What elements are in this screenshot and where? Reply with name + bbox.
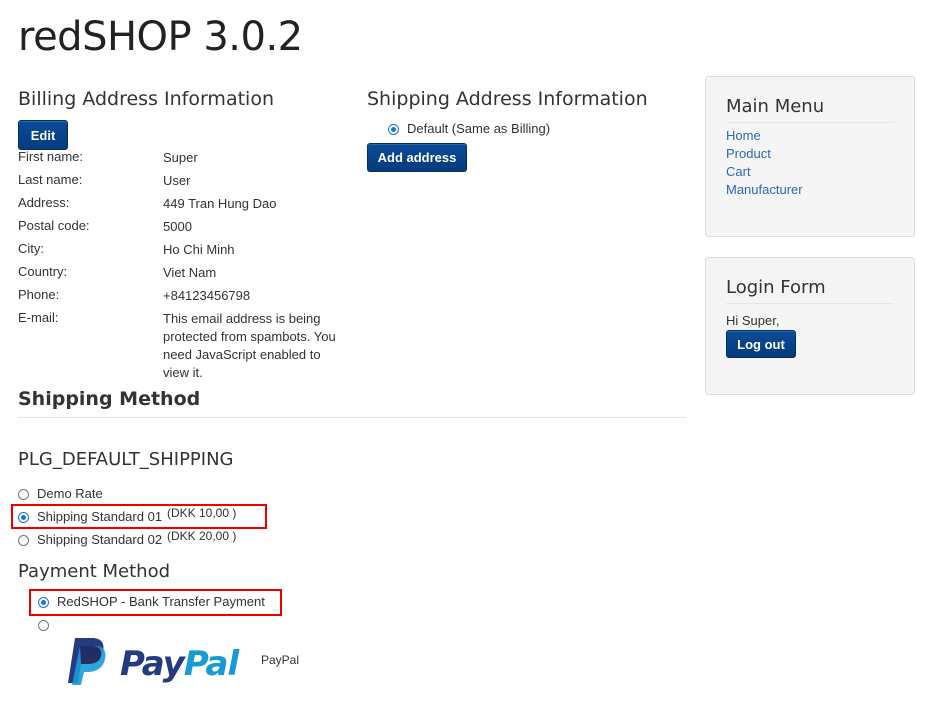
login-greeting: Hi Super, (726, 313, 780, 328)
payment-option-radio[interactable] (38, 597, 49, 608)
paypal-wordmark-pay: Pay (120, 644, 185, 684)
field-value: Super (163, 150, 198, 165)
shipping-option-price: (DKK 10,00 ) (167, 506, 237, 520)
edit-billing-button[interactable]: Edit (18, 120, 68, 150)
field-label: Phone: (18, 287, 60, 302)
shipping-address-default-radio[interactable] (388, 124, 399, 135)
field-label: Last name: (18, 172, 83, 187)
field-label: Country: (18, 264, 68, 279)
field-value: Viet Nam (163, 265, 217, 280)
add-address-button[interactable]: Add address (367, 143, 467, 172)
shipping-method-heading: Shipping Method (18, 388, 201, 410)
paypal-icon (68, 638, 106, 685)
shipping-option-label: Demo Rate (37, 486, 103, 501)
section-divider (18, 417, 686, 418)
main-menu-title: Main Menu (726, 96, 825, 117)
login-form-panel: Login Form Hi Super, Log out (705, 257, 915, 395)
payment-method-heading: Payment Method (18, 561, 171, 582)
shipping-option-radio[interactable] (18, 489, 29, 500)
shipping-option-label: Shipping Standard 01 (37, 509, 163, 524)
payment-option-label: RedSHOP - Bank Transfer Payment (57, 594, 265, 609)
field-label: First name: (18, 149, 84, 164)
field-value: User (163, 173, 191, 188)
shipping-option-radio[interactable] (18, 512, 29, 523)
field-value: +84123456798 (163, 288, 251, 303)
shipping-option-label: Shipping Standard 02 (37, 532, 163, 547)
payment-option-radio[interactable] (38, 620, 49, 631)
paypal-wordmark-pal: Pal (183, 644, 239, 684)
field-value: This email address is being protected fr… (163, 311, 336, 380)
main-menu-panel: Main Menu Home Product Cart Manufacturer (705, 76, 915, 237)
menu-link-cart[interactable]: Cart (726, 164, 751, 179)
field-value: 5000 (163, 219, 192, 234)
field-value: 449 Tran Hung Dao (163, 196, 277, 211)
field-label: Postal code: (18, 218, 90, 233)
field-value: Ho Chi Minh (163, 242, 235, 257)
menu-link-manufacturer[interactable]: Manufacturer (726, 182, 803, 197)
shipping-address-default-label: Default (Same as Billing) (407, 121, 551, 136)
field-label: Address: (18, 195, 70, 210)
paypal-logo: PayPal (66, 636, 256, 688)
menu-link-product[interactable]: Product (726, 146, 771, 161)
panel-divider (726, 122, 894, 123)
logout-button[interactable]: Log out (726, 330, 796, 358)
login-form-title: Login Form (726, 277, 826, 298)
panel-divider (726, 303, 894, 304)
field-label: City: (18, 241, 44, 256)
shipping-option-radio[interactable] (18, 535, 29, 546)
payment-option-label: PayPal (261, 653, 300, 667)
field-label: E-mail: (18, 310, 59, 325)
billing-heading: Billing Address Information (18, 88, 274, 110)
shipping-plugin-name: PLG_DEFAULT_SHIPPING (18, 449, 234, 470)
menu-link-home[interactable]: Home (726, 128, 761, 143)
shipping-option-price: (DKK 20,00 ) (167, 529, 237, 543)
shipping-address-heading: Shipping Address Information (367, 88, 648, 110)
site-title: redSHOP 3.0.2 (18, 14, 303, 60)
